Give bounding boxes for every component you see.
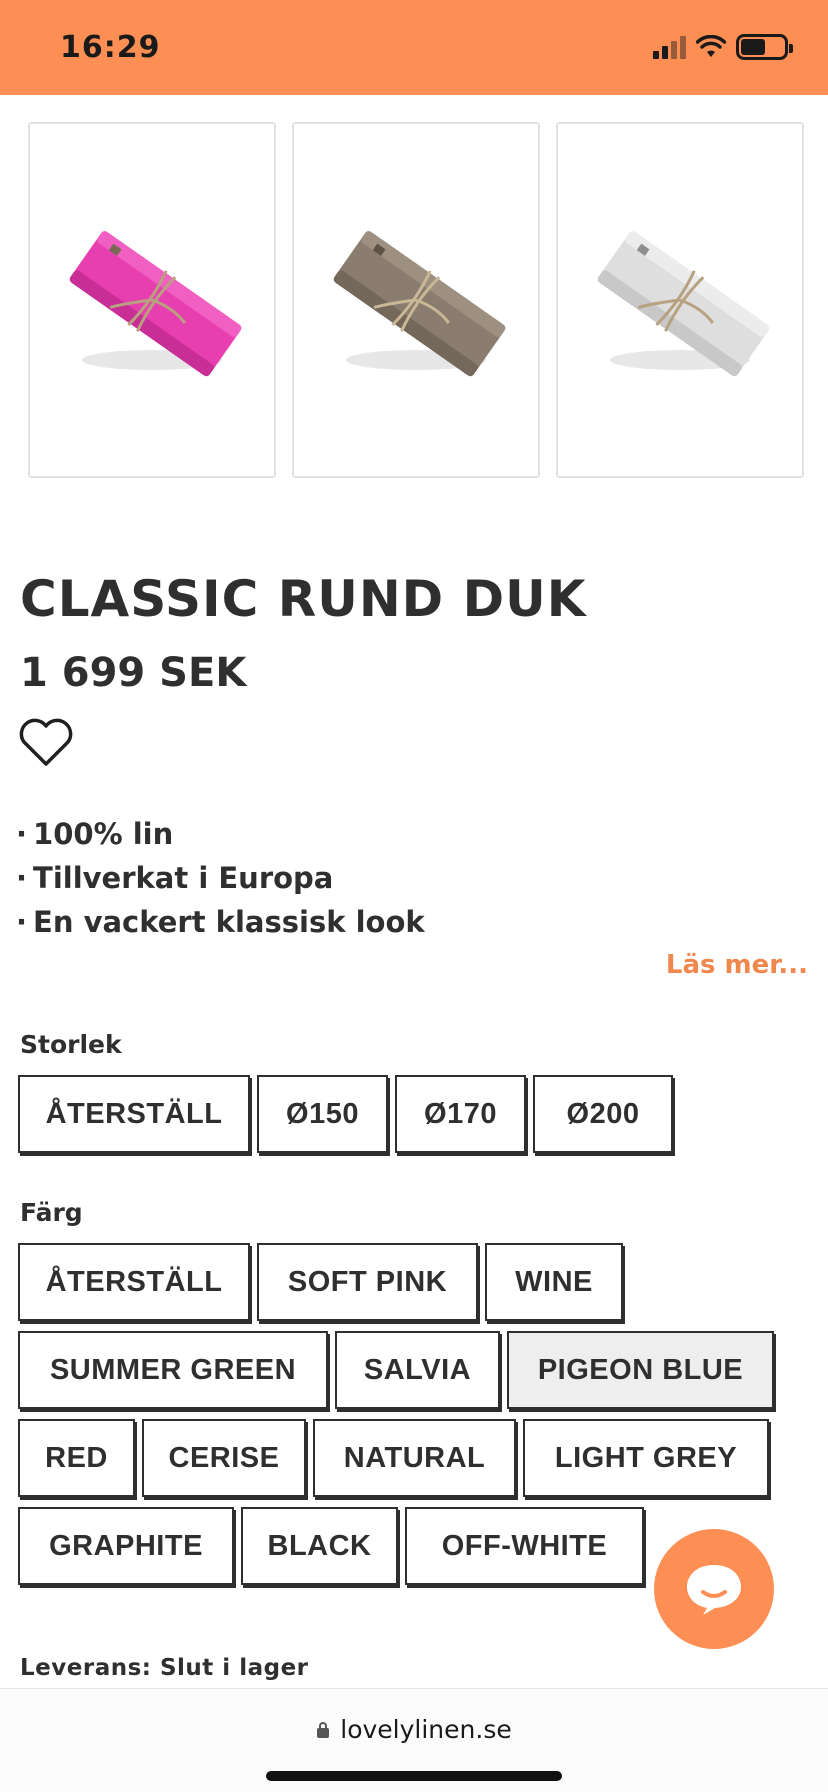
favorite-heart-icon[interactable] bbox=[18, 718, 74, 768]
color-summer-green-button[interactable]: SUMMER GREEN bbox=[18, 1331, 328, 1409]
color-cerise-button[interactable]: CERISE bbox=[142, 1419, 306, 1497]
status-bar: 16:29 bbox=[0, 0, 828, 95]
size-150-button[interactable]: Ø150 bbox=[257, 1075, 388, 1153]
color-options-row-2: SUMMER GREEN SALVIA PIGEON BLUE bbox=[18, 1331, 774, 1409]
color-off-white-button[interactable]: OFF-WHITE bbox=[405, 1507, 644, 1585]
lock-icon bbox=[317, 1721, 330, 1738]
color-red-button[interactable]: RED bbox=[18, 1419, 135, 1497]
feature-item: En vackert klassisk look bbox=[16, 900, 425, 944]
color-light-grey-button[interactable]: LIGHT GREY bbox=[523, 1419, 769, 1497]
url-field[interactable]: lovelylinen.se bbox=[0, 1715, 828, 1744]
color-salvia-button[interactable]: SALVIA bbox=[335, 1331, 500, 1409]
product-price: 1 699 SEK bbox=[20, 650, 247, 696]
color-soft-pink-button[interactable]: SOFT PINK bbox=[257, 1243, 478, 1321]
folded-tablecloth-image bbox=[69, 231, 242, 377]
thumbnail-cerise[interactable] bbox=[28, 122, 276, 478]
size-options: ÅTERSTÄLL Ø150 Ø170 Ø200 bbox=[18, 1075, 673, 1153]
size-170-button[interactable]: Ø170 bbox=[395, 1075, 526, 1153]
size-200-button[interactable]: Ø200 bbox=[533, 1075, 673, 1153]
folded-tablecloth-image bbox=[333, 231, 506, 377]
product-thumbnails bbox=[28, 122, 804, 478]
color-black-button[interactable]: BLACK bbox=[241, 1507, 398, 1585]
size-reset-button[interactable]: ÅTERSTÄLL bbox=[18, 1075, 250, 1153]
thumbnail-light-grey[interactable] bbox=[556, 122, 804, 478]
color-label: Färg bbox=[20, 1198, 83, 1227]
color-natural-button[interactable]: NATURAL bbox=[313, 1419, 516, 1497]
color-reset-button[interactable]: ÅTERSTÄLL bbox=[18, 1243, 250, 1321]
status-time: 16:29 bbox=[60, 30, 161, 65]
chat-bubble-icon bbox=[687, 1565, 741, 1615]
delivery-status: Leverans: Slut i lager bbox=[20, 1655, 309, 1681]
color-options-row-3: RED CERISE NATURAL LIGHT GREY bbox=[18, 1419, 769, 1497]
status-icons bbox=[653, 34, 793, 60]
battery-icon bbox=[736, 34, 793, 60]
feature-list: 100% lin Tillverkat i Europa En vackert … bbox=[16, 812, 425, 944]
feature-item: Tillverkat i Europa bbox=[16, 856, 425, 900]
chat-button[interactable] bbox=[654, 1529, 774, 1649]
url-text: lovelylinen.se bbox=[340, 1715, 512, 1744]
size-label: Storlek bbox=[20, 1030, 122, 1059]
color-options-row-4: GRAPHITE BLACK OFF-WHITE bbox=[18, 1507, 644, 1585]
thumbnail-natural[interactable] bbox=[292, 122, 540, 478]
wifi-icon bbox=[696, 35, 726, 57]
read-more-link[interactable]: Läs mer... bbox=[666, 950, 808, 980]
feature-item: 100% lin bbox=[16, 812, 425, 856]
folded-tablecloth-image bbox=[597, 231, 770, 377]
browser-address-bar: lovelylinen.se bbox=[0, 1688, 828, 1792]
color-wine-button[interactable]: WINE bbox=[485, 1243, 623, 1321]
color-graphite-button[interactable]: GRAPHITE bbox=[18, 1507, 234, 1585]
cellular-signal-icon bbox=[653, 35, 686, 59]
color-options-row-1: ÅTERSTÄLL SOFT PINK WINE bbox=[18, 1243, 623, 1321]
product-title: CLASSIC RUND DUK bbox=[20, 570, 587, 628]
color-pigeon-blue-button[interactable]: PIGEON BLUE bbox=[507, 1331, 774, 1409]
home-indicator[interactable] bbox=[266, 1771, 562, 1781]
